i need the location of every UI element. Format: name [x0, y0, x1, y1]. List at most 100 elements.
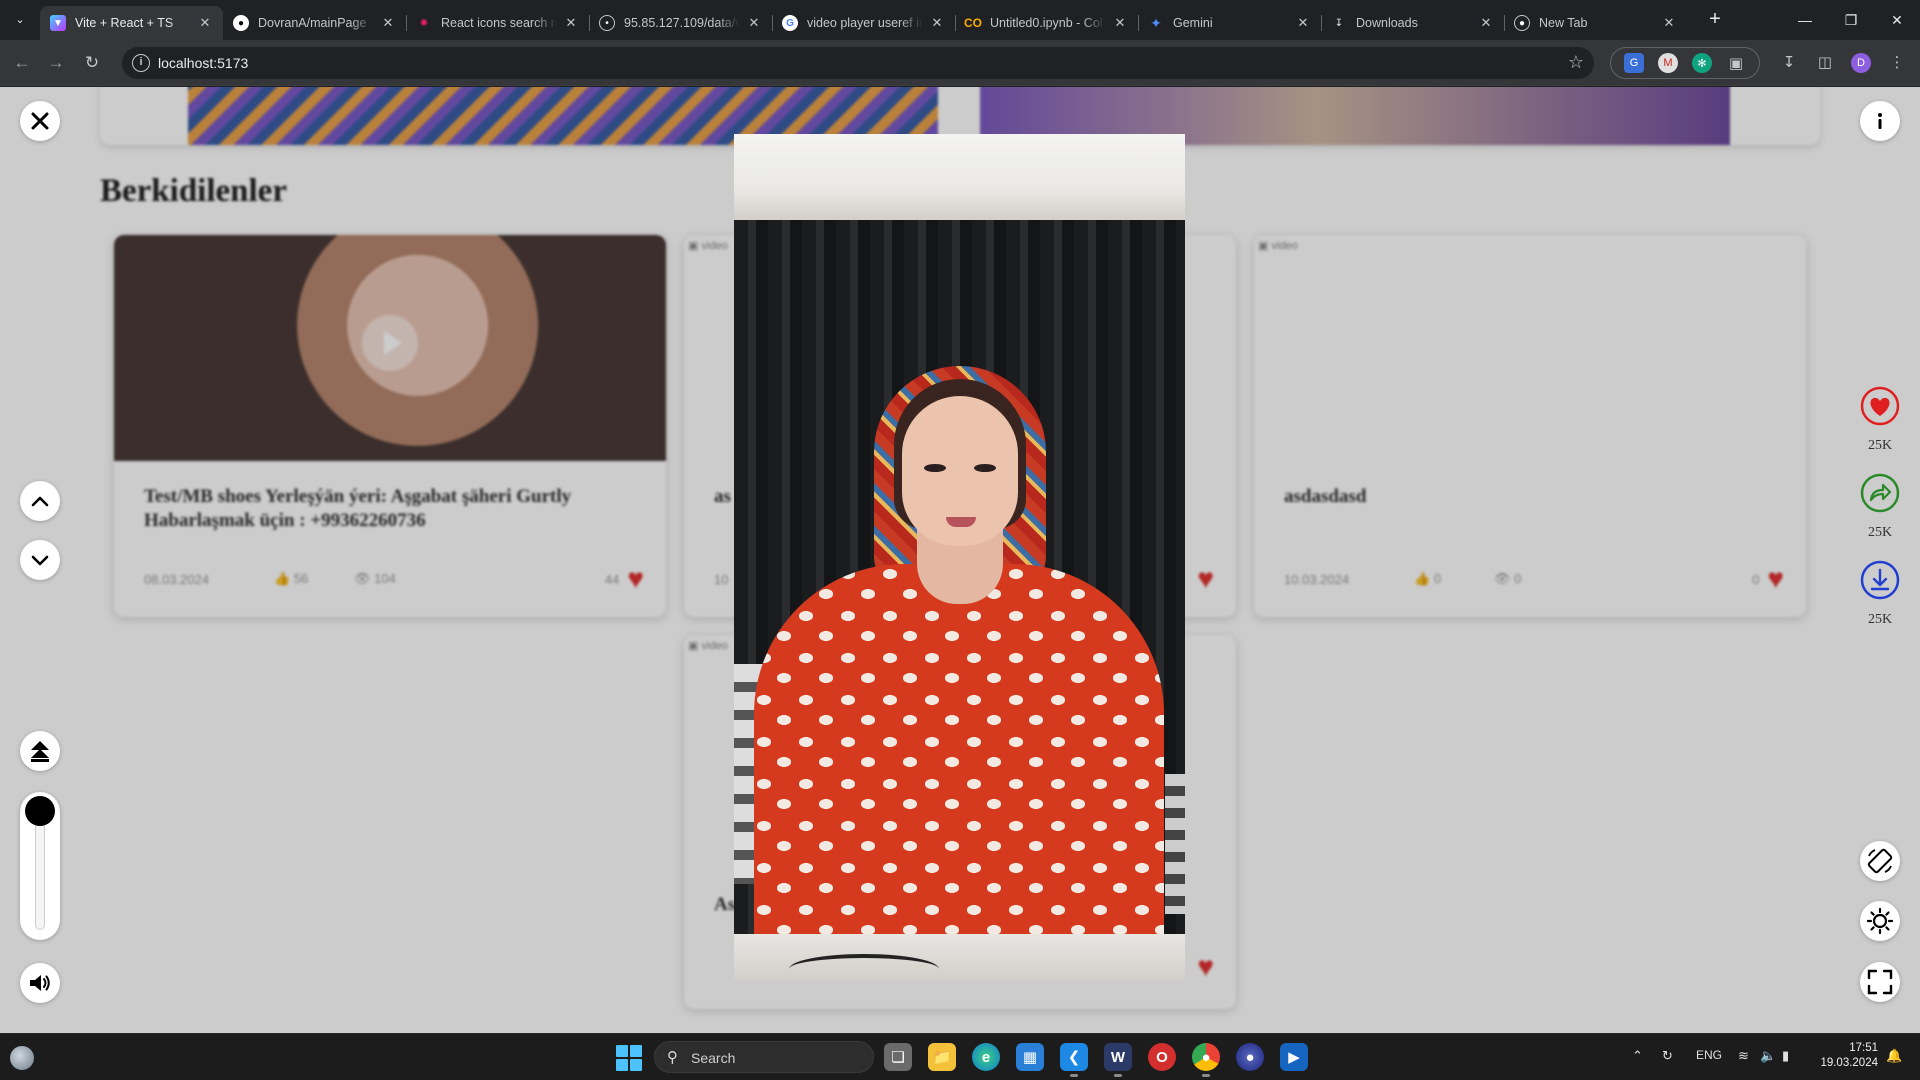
side-panel-icon[interactable]: ◫	[1814, 52, 1836, 74]
close-icon[interactable]: ✕	[929, 15, 945, 31]
close-icon[interactable]: ✕	[1295, 15, 1311, 31]
chatgpt-extension-icon[interactable]: ✻	[1692, 53, 1712, 73]
windows-start-icon[interactable]	[616, 1045, 642, 1071]
microsoft-store-icon[interactable]: ▦	[1016, 1043, 1044, 1071]
tab-title: Untitled0.ipynb - Col	[990, 16, 1103, 30]
close-icon[interactable]: ✕	[1478, 15, 1494, 31]
share-action[interactable]: 25K	[1858, 473, 1902, 541]
tab-google-search[interactable]: G video player useref in ✕	[772, 6, 955, 40]
tab-search-chevron-icon[interactable]: ⌄	[8, 8, 32, 32]
rotate-button[interactable]	[1860, 841, 1900, 881]
bookmark-star-icon[interactable]: ☆	[1568, 52, 1584, 73]
weather-widget-icon[interactable]	[10, 1046, 34, 1070]
gmail-extension-icon[interactable]: M	[1658, 53, 1678, 73]
address-bar[interactable]: i localhost:5173 ☆	[122, 47, 1594, 79]
previous-video-button[interactable]	[20, 481, 60, 521]
download-icon[interactable]	[1860, 560, 1900, 600]
tab-title: DovranA/mainPage	[258, 16, 367, 30]
reload-icon[interactable]: ↻	[80, 51, 104, 75]
wifi-icon[interactable]: ≋	[1738, 1048, 1749, 1064]
downloads-icon[interactable]: ↧	[1778, 52, 1800, 74]
tab-title: 95.85.127.109/data/v	[624, 16, 740, 30]
share-icon[interactable]	[1860, 473, 1900, 513]
chevron-down-icon	[31, 555, 49, 566]
vscode-icon[interactable]: ❮	[1060, 1043, 1088, 1077]
firefox-dev-icon[interactable]: ●	[1236, 1043, 1264, 1071]
edge-browser-icon[interactable]: e	[972, 1043, 1000, 1071]
info-icon	[1878, 113, 1882, 129]
scroll-top-button[interactable]	[20, 731, 60, 771]
extensions-puzzle-icon[interactable]: ▣	[1726, 53, 1746, 73]
speaker-icon[interactable]: 🔈	[1760, 1048, 1776, 1064]
close-player-button[interactable]	[20, 101, 60, 141]
taskbar-search[interactable]: ⚲ Search	[654, 1041, 874, 1073]
brightness-icon	[1866, 907, 1894, 935]
brightness-button[interactable]	[1860, 901, 1900, 941]
video-frame-eye	[974, 464, 996, 472]
close-icon[interactable]: ✕	[746, 15, 762, 31]
search-icon: ⚲	[667, 1049, 678, 1066]
minimize-icon[interactable]: —	[1782, 0, 1828, 40]
video-frame-dress	[754, 564, 1164, 964]
tab-react-icons[interactable]: ✺ React icons search re ✕	[406, 6, 589, 40]
volume-rail[interactable]	[35, 818, 45, 930]
close-icon	[31, 112, 49, 130]
notification-bell-icon[interactable]: 🔔	[1886, 1048, 1902, 1064]
download-action[interactable]: 25K	[1858, 560, 1902, 628]
tab-title: React icons search re	[441, 16, 557, 30]
tab-colab[interactable]: CO Untitled0.ipynb - Col ✕	[955, 6, 1138, 40]
close-icon[interactable]: ✕	[563, 15, 579, 31]
vite-icon: ▼	[50, 15, 66, 31]
back-arrow-icon[interactable]: ←	[10, 51, 34, 75]
next-video-button[interactable]	[20, 540, 60, 580]
tab-github[interactable]: ● DovranA/mainPage ✕	[223, 6, 406, 40]
input-language[interactable]: ENG	[1696, 1048, 1722, 1062]
close-icon[interactable]: ✕	[1661, 15, 1677, 31]
volume-thumb[interactable]	[25, 796, 55, 826]
mute-button[interactable]	[20, 963, 60, 1003]
close-window-icon[interactable]: ✕	[1874, 0, 1920, 40]
rider-ide-icon[interactable]: W	[1104, 1043, 1132, 1077]
heart-icon[interactable]	[1860, 386, 1900, 426]
menu-kebab-icon[interactable]: ⋮	[1886, 52, 1908, 74]
volume-icon	[30, 975, 50, 991]
task-view-icon[interactable]: ❏	[884, 1043, 912, 1071]
video-player[interactable]	[734, 134, 1185, 981]
fullscreen-icon	[1867, 969, 1893, 995]
file-explorer-icon[interactable]: 📁	[928, 1043, 956, 1071]
system-clock[interactable]: 17:51 19.03.2024	[1808, 1041, 1878, 1071]
video-frame-ceiling	[734, 134, 1185, 226]
new-tab-button[interactable]: +	[1703, 8, 1727, 32]
volume-slider[interactable]	[20, 792, 60, 940]
close-icon[interactable]: ✕	[380, 15, 396, 31]
clock-time: 17:51	[1849, 1042, 1878, 1054]
translate-extension-icon[interactable]: G	[1624, 53, 1644, 73]
double-arrow-up-icon	[31, 741, 49, 762]
address-url[interactable]: localhost:5173	[158, 55, 248, 71]
tab-new-tab[interactable]: ● New Tab ✕	[1504, 6, 1687, 40]
battery-icon[interactable]: ▮	[1782, 1048, 1789, 1064]
gemini-icon: ✦	[1150, 14, 1162, 31]
opera-browser-icon[interactable]: O	[1148, 1043, 1176, 1071]
close-icon[interactable]: ✕	[197, 15, 213, 31]
close-icon[interactable]: ✕	[1112, 15, 1128, 31]
tray-chevron-icon[interactable]: ⌃	[1632, 1048, 1643, 1064]
chrome-taskbar-icon[interactable]: ●	[1192, 1043, 1220, 1077]
like-action[interactable]: 25K	[1858, 386, 1902, 454]
tab-vite[interactable]: ▼ Vite + React + TS ✕	[40, 6, 223, 40]
profile-avatar[interactable]: D	[1851, 53, 1871, 73]
extensions-group: G M ✻ ▣	[1610, 47, 1760, 79]
sync-tray-icon[interactable]: ↻	[1662, 1048, 1673, 1064]
tab-data-server[interactable]: • 95.85.127.109/data/v ✕	[589, 6, 772, 40]
fullscreen-button[interactable]	[1860, 962, 1900, 1002]
restore-icon[interactable]: ❐	[1828, 0, 1874, 40]
tab-gemini[interactable]: ✦ Gemini ✕	[1138, 6, 1321, 40]
media-player-icon[interactable]: ▶	[1280, 1043, 1308, 1071]
globe-icon: •	[599, 15, 615, 31]
forward-arrow-icon[interactable]: →	[44, 51, 68, 75]
tab-downloads[interactable]: ↧ Downloads ✕	[1321, 6, 1504, 40]
like-count: 25K	[1867, 438, 1893, 453]
clock-date: 19.03.2024	[1820, 1057, 1878, 1069]
info-button[interactable]	[1860, 101, 1900, 141]
site-info-icon[interactable]: i	[132, 54, 150, 72]
